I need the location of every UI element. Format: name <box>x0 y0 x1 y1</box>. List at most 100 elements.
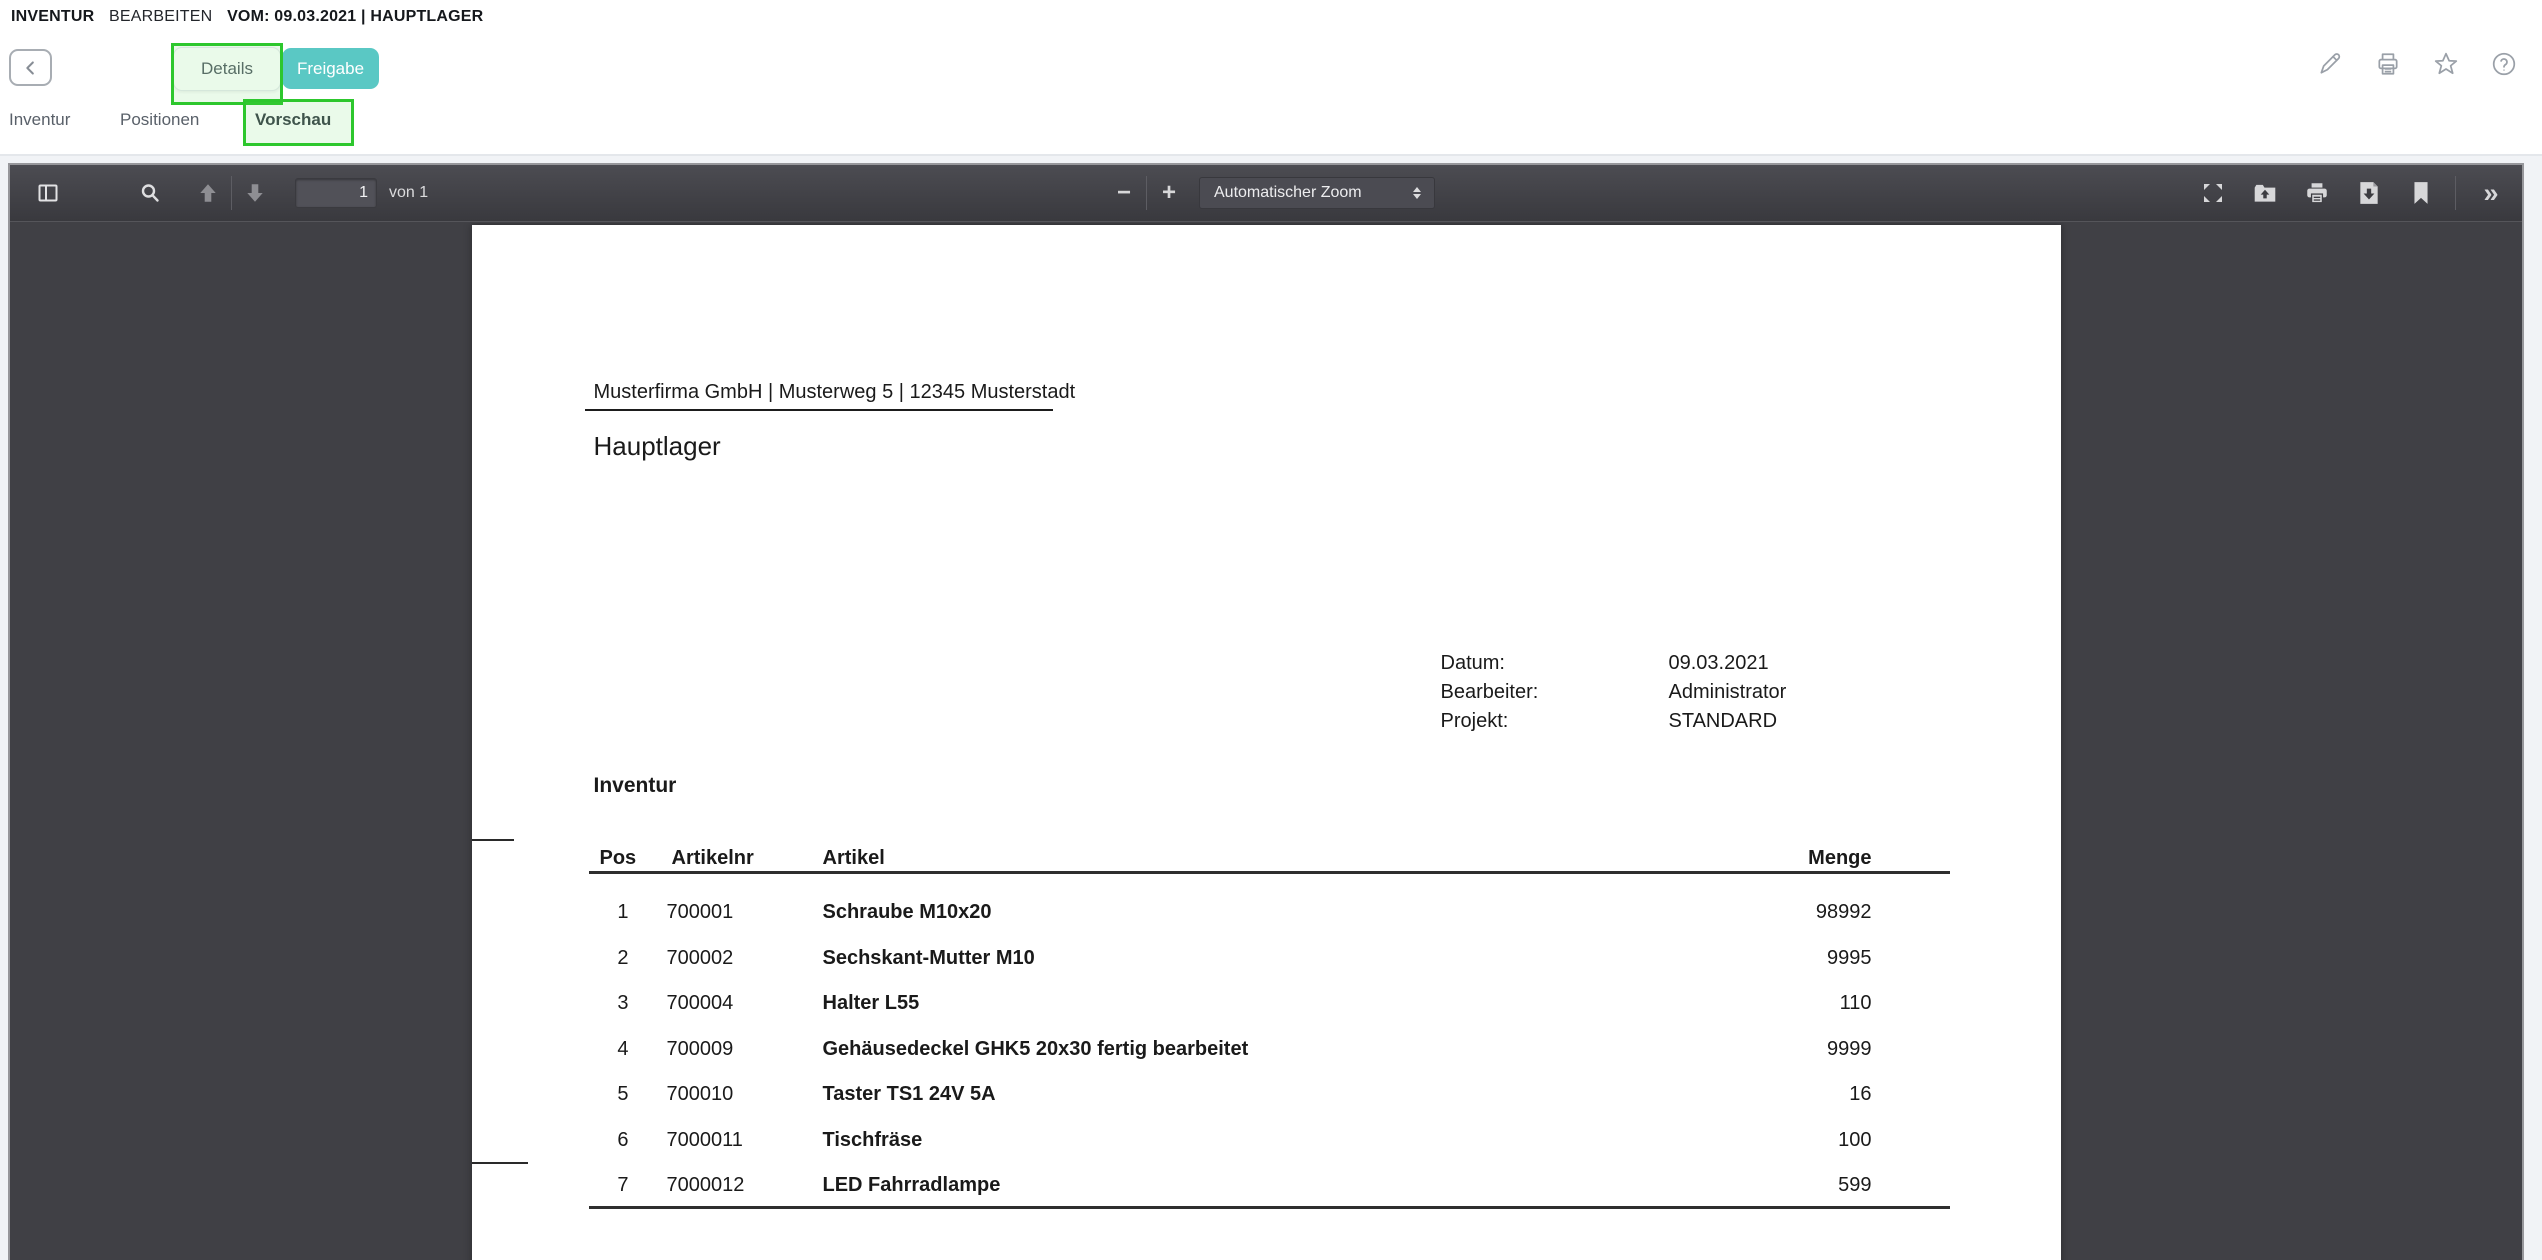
freigabe-button[interactable]: Freigabe <box>282 48 379 89</box>
details-button-label: Details <box>201 59 253 79</box>
table-row: 5 700010 Taster TS1 24V 5A 16 <box>472 1083 2061 1109</box>
cell-artikelnr: 7000011 <box>667 1129 743 1152</box>
meta-value: Administrator <box>1669 681 1787 703</box>
cell-artikel: Gehäusedeckel GHK5 20x30 fertig bearbeit… <box>823 1038 1249 1061</box>
title-meta: VOM: 09.03.2021 | HAUPTLAGER <box>227 8 483 25</box>
help-icon[interactable] <box>2490 50 2518 78</box>
cell-artikelnr: 700001 <box>667 901 734 924</box>
cell-menge: 110 <box>1622 992 1872 1015</box>
open-file-button[interactable] <box>2247 175 2283 211</box>
tab-vorschau[interactable]: Vorschau <box>255 110 331 130</box>
table-row: 6 7000011 Tischfräse 100 <box>472 1129 2061 1155</box>
folder-upload-icon <box>2252 180 2278 206</box>
column-header-menge: Menge <box>1622 847 1872 870</box>
sender-address-underline <box>585 409 1053 411</box>
cell-menge: 599 <box>1622 1174 1872 1197</box>
column-header-artikelnr: Artikelnr <box>672 847 754 870</box>
print-icon[interactable] <box>2374 50 2402 78</box>
download-icon <box>2356 180 2382 206</box>
app-header: INVENTUR BEARBEITEN VOM: 09.03.2021 | HA… <box>0 0 2542 154</box>
cell-artikel: Tischfräse <box>823 1129 923 1152</box>
toolbar-separator <box>2455 176 2456 210</box>
meta-row: Projekt:STANDARD <box>1441 707 1787 736</box>
column-header-artikel: Artikel <box>823 847 885 870</box>
meta-label: Projekt: <box>1441 707 1669 736</box>
cell-pos: 6 <box>589 1129 629 1152</box>
cell-artikelnr: 7000012 <box>667 1174 745 1197</box>
toolbar-right-group: » <box>2195 175 2508 211</box>
cell-pos: 7 <box>589 1174 629 1197</box>
cell-menge: 9995 <box>1622 947 1872 970</box>
table-row: 2 700002 Sechskant-Mutter M10 9995 <box>472 947 2061 973</box>
pdf-content-area[interactable]: Musterfirma GmbH | Musterweg 5 | 12345 M… <box>10 223 2522 1260</box>
back-button[interactable] <box>9 49 52 86</box>
cell-artikel: LED Fahrradlampe <box>823 1174 1001 1197</box>
sidebar-toggle-icon <box>36 181 60 205</box>
pdf-viewer: von 1 − + Automatischer Zoom <box>8 163 2524 1260</box>
cell-pos: 3 <box>589 992 629 1015</box>
table-top-rule <box>589 871 1950 874</box>
document-meta-block: Datum:09.03.2021 Bearbeiter:Administrato… <box>1441 649 1787 736</box>
document-table-title: Inventur <box>594 774 677 798</box>
pdf-toolbar: von 1 − + Automatischer Zoom <box>10 165 2522 222</box>
pdf-print-button[interactable] <box>2299 175 2335 211</box>
cell-artikel: Halter L55 <box>823 992 920 1015</box>
printer-icon <box>2304 180 2330 206</box>
meta-row: Datum:09.03.2021 <box>1441 649 1787 678</box>
cell-pos: 1 <box>589 901 629 924</box>
cell-menge: 98992 <box>1622 901 1872 924</box>
sidebar-toggle-button[interactable] <box>30 175 66 211</box>
bookmark-icon <box>2410 181 2432 205</box>
current-view-button[interactable] <box>2403 175 2439 211</box>
zoom-in-button[interactable]: + <box>1151 175 1187 211</box>
table-bottom-rule <box>589 1206 1950 1209</box>
zoom-out-button[interactable]: − <box>1106 175 1142 211</box>
cell-pos: 4 <box>589 1038 629 1061</box>
fullscreen-icon <box>2201 181 2225 205</box>
table-row: 1 700001 Schraube M10x20 98992 <box>472 901 2061 927</box>
cell-artikelnr: 700004 <box>667 992 734 1015</box>
select-arrows-icon <box>1410 185 1424 201</box>
zoom-select[interactable]: Automatischer Zoom <box>1199 177 1435 209</box>
edit-pencil-icon[interactable] <box>2316 50 2344 78</box>
toolbar-separator <box>231 176 232 210</box>
arrow-up-icon <box>197 182 219 204</box>
title-mode: BEARBEITEN <box>109 8 212 25</box>
cell-menge: 100 <box>1622 1129 1872 1152</box>
page-number-input[interactable] <box>295 178 377 208</box>
warehouse-name: Hauptlager <box>594 431 721 462</box>
toolbar-left-group: von 1 <box>30 175 428 211</box>
cell-artikel: Taster TS1 24V 5A <box>823 1083 996 1106</box>
cell-artikelnr: 700010 <box>667 1083 734 1106</box>
cell-pos: 5 <box>589 1083 629 1106</box>
tab-inventur[interactable]: Inventur <box>9 110 70 130</box>
next-page-button[interactable] <box>237 175 273 211</box>
details-button[interactable]: Details <box>173 47 281 91</box>
meta-label: Datum: <box>1441 649 1669 678</box>
toolbar-separator <box>1146 176 1147 210</box>
download-button[interactable] <box>2351 175 2387 211</box>
meta-label: Bearbeiter: <box>1441 678 1669 707</box>
toolbar-center-group: − + Automatischer Zoom <box>1106 175 1435 211</box>
table-row: 7 7000012 LED Fahrradlampe 599 <box>472 1174 2061 1200</box>
cell-menge: 16 <box>1622 1083 1872 1106</box>
arrow-down-icon <box>244 182 266 204</box>
cell-artikel: Sechskant-Mutter M10 <box>823 947 1035 970</box>
more-tools-button[interactable]: » <box>2472 175 2508 211</box>
cell-artikel: Schraube M10x20 <box>823 901 992 924</box>
cell-menge: 9999 <box>1622 1038 1872 1061</box>
page-title: INVENTUR BEARBEITEN VOM: 09.03.2021 | HA… <box>11 8 483 26</box>
fold-mark <box>472 839 514 841</box>
title-entity: INVENTUR <box>11 8 94 25</box>
previous-page-button[interactable] <box>190 175 226 211</box>
zoom-select-value: Automatischer Zoom <box>1214 184 1410 202</box>
star-icon[interactable] <box>2432 50 2460 78</box>
cell-artikelnr: 700009 <box>667 1038 734 1061</box>
fold-mark <box>472 1162 528 1164</box>
table-header-row: Pos Artikelnr Artikel Menge <box>472 847 2061 873</box>
tab-positionen[interactable]: Positionen <box>120 110 199 130</box>
find-button[interactable] <box>132 175 168 211</box>
freigabe-button-label: Freigabe <box>297 59 364 79</box>
document-page: Musterfirma GmbH | Musterweg 5 | 12345 M… <box>472 225 2061 1260</box>
presentation-mode-button[interactable] <box>2195 175 2231 211</box>
